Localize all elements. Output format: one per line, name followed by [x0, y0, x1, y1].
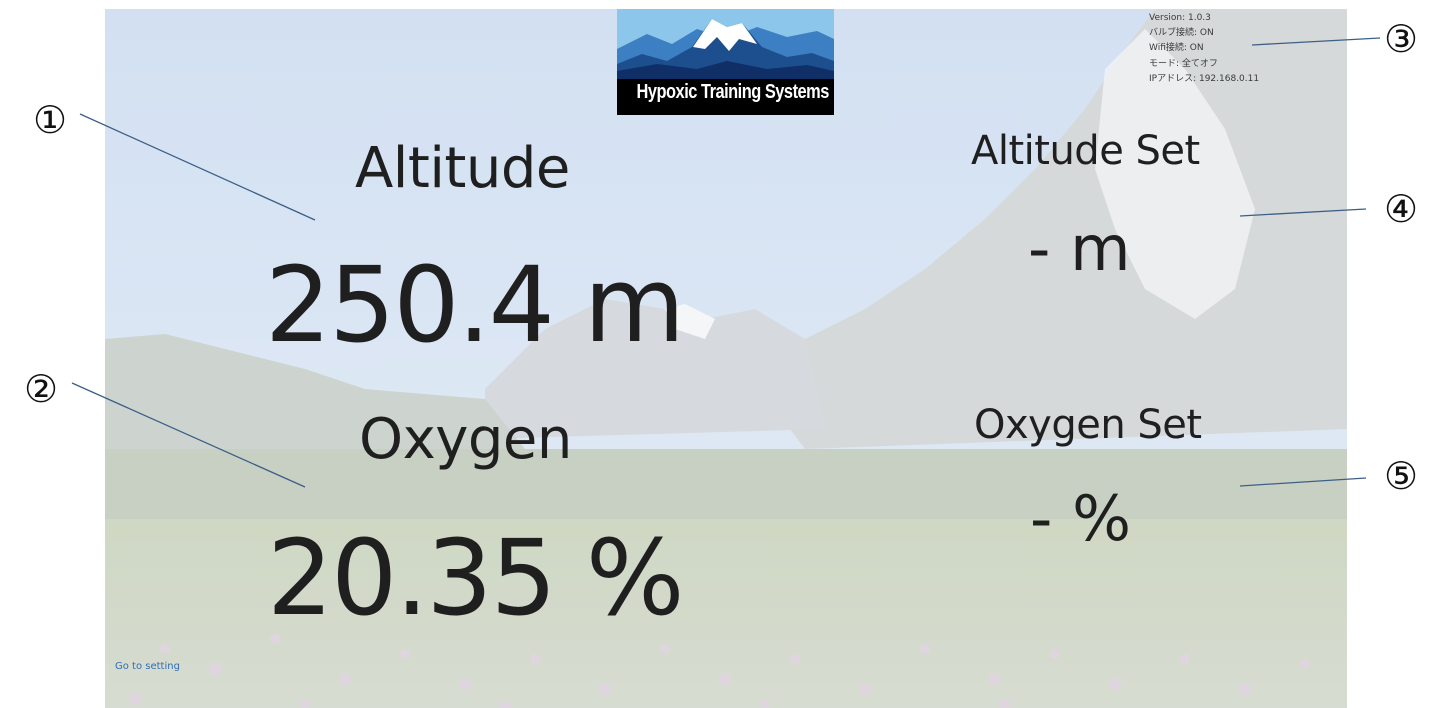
- callout-1: ①: [32, 98, 68, 142]
- oxygen-value: 20.35 %: [267, 517, 685, 639]
- oxygen-set-label: Oxygen Set: [974, 402, 1202, 448]
- callout-5: ⑤: [1383, 454, 1419, 498]
- altitude-set-value: - m: [1028, 212, 1131, 285]
- version-text: Version: 1.0.3: [1149, 13, 1211, 23]
- wifi-status: Wifi接続: ON: [1149, 43, 1204, 54]
- oxygen-label: Oxygen: [359, 407, 572, 472]
- ip-address: IPアドレス: 192.168.0.11: [1149, 73, 1260, 84]
- callout-4: ④: [1383, 187, 1419, 231]
- status-panel: Version: 1.0.3 バルブ接続: ON Wifi接続: ON モード:…: [1149, 11, 1259, 87]
- altitude-label: Altitude: [355, 136, 570, 201]
- valve-status: バルブ接続: ON: [1149, 28, 1214, 39]
- app-logo: Hypoxic Training Systems: [617, 9, 834, 115]
- app-screen: Hypoxic Training Systems Version: 1.0.3 …: [105, 9, 1347, 708]
- mode-status: モード: 全てオフ: [1149, 58, 1218, 69]
- logo-text: Hypoxic Training Systems: [636, 81, 830, 103]
- altitude-value: 250.4 m: [265, 244, 685, 366]
- altitude-set-label: Altitude Set: [971, 128, 1200, 174]
- oxygen-set-value: - %: [1030, 482, 1131, 555]
- callout-2: ②: [23, 367, 59, 411]
- go-to-setting-link[interactable]: Go to setting: [115, 661, 180, 672]
- callout-3: ③: [1383, 17, 1419, 61]
